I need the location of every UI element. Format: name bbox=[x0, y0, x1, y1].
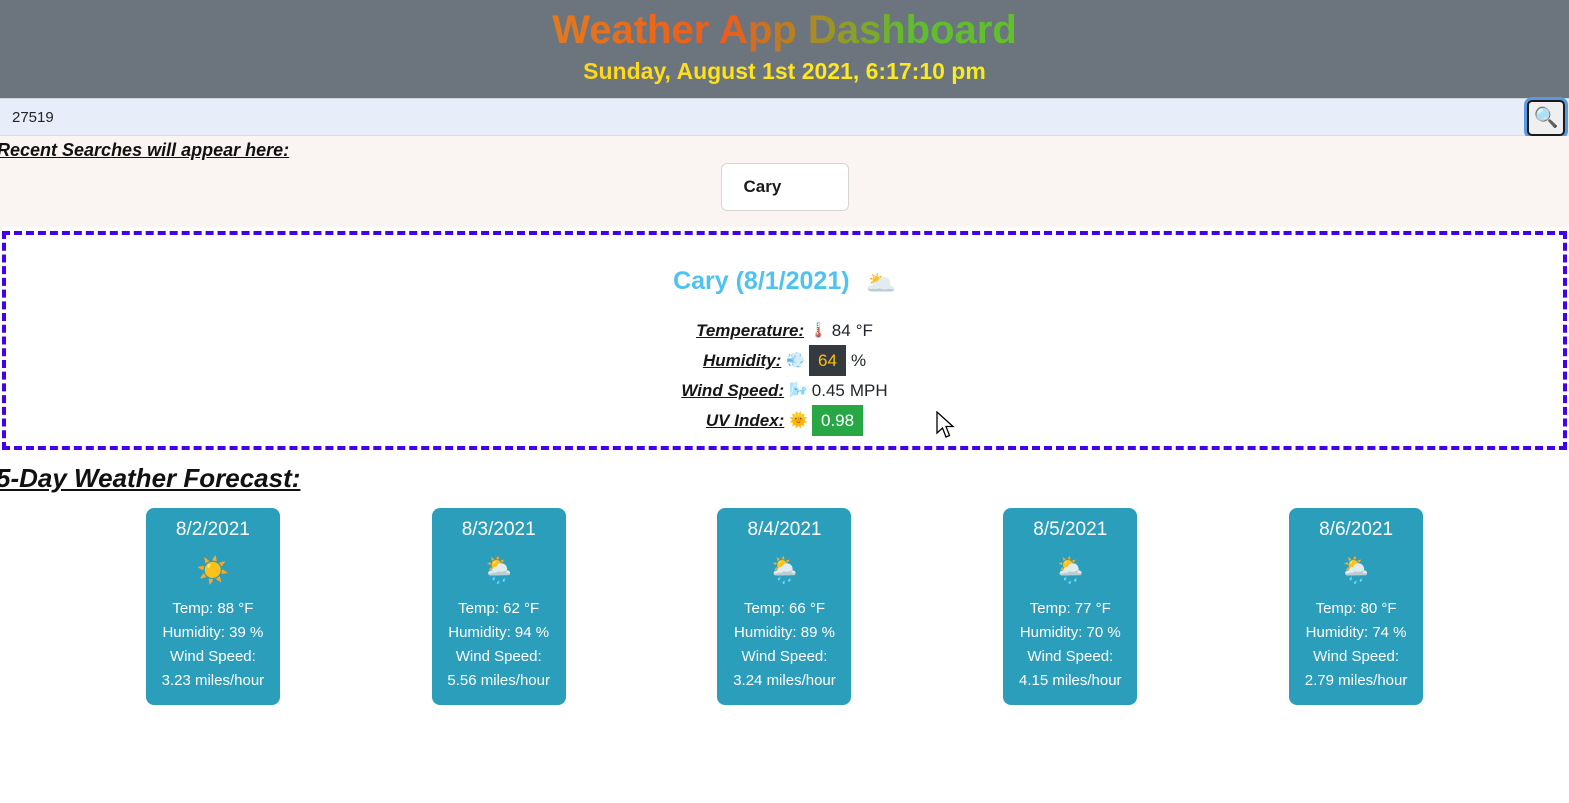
wind-icon: 🌬️ bbox=[789, 382, 808, 399]
forecast-temp: Temp: 88 °F bbox=[172, 600, 254, 617]
forecast-date: 8/3/2021 bbox=[461, 519, 536, 540]
forecast-card: 8/2/2021 ☀️ Temp: 88 °F Humidity: 39 % W… bbox=[145, 508, 280, 705]
metric-label: UV Index: bbox=[705, 411, 785, 430]
forecast-card-row: 8/2/2021 ☀️ Temp: 88 °F Humidity: 39 % W… bbox=[0, 508, 1569, 705]
recent-searches-label: Recent Searches will appear here: bbox=[0, 140, 290, 160]
metric-unit: MPH bbox=[849, 381, 888, 400]
sun-behind-rain-cloud-icon: 🌦️ bbox=[482, 555, 515, 585]
metric-humidity: Humidity: 💨 64 % bbox=[703, 345, 866, 376]
forecast-humidity: Humidity: 74 % bbox=[1305, 624, 1407, 641]
metric-value: 84 bbox=[831, 321, 851, 340]
forecast-date: 8/2/2021 bbox=[175, 519, 250, 540]
current-datetime: Sunday, August 1st 2021, 6:17:10 pm bbox=[0, 56, 1569, 86]
search-input[interactable] bbox=[0, 99, 1522, 135]
forecast-wind: Wind Speed: 4.15 miles/hour bbox=[1019, 648, 1122, 689]
sun-behind-rain-cloud-icon: 🌦️ bbox=[768, 555, 801, 585]
metric-value: 0.45 bbox=[811, 381, 845, 400]
forecast-humidity: Humidity: 94 % bbox=[448, 624, 550, 641]
metric-label: Temperature: bbox=[696, 321, 805, 340]
app-header: Weather App Dashboard Sunday, August 1st… bbox=[0, 0, 1569, 98]
sun-icon: ☀️ bbox=[196, 555, 230, 585]
search-bar: 🔍 bbox=[0, 98, 1569, 136]
forecast-humidity: Humidity: 70 % bbox=[1019, 624, 1121, 641]
metric-label: Wind Speed: bbox=[681, 381, 785, 400]
thermometer-icon: 🌡️ bbox=[809, 322, 828, 339]
recent-search-item[interactable]: Cary bbox=[720, 163, 849, 211]
forecast-card: 8/6/2021 🌦️ Temp: 80 °F Humidity: 74 % W… bbox=[1289, 508, 1424, 705]
metric-unit: % bbox=[850, 351, 867, 370]
metric-wind-speed: Wind Speed: 🌬️ 0.45 MPH bbox=[681, 378, 887, 403]
forecast-wind: Wind Speed: 3.23 miles/hour bbox=[161, 648, 265, 689]
uv-index-badge: 0.98 bbox=[812, 405, 864, 436]
forecast-card: 8/3/2021 🌦️ Temp: 62 °F Humidity: 94 % W… bbox=[431, 508, 566, 705]
metric-uv-index: UV Index: 🌞 0.98 bbox=[705, 405, 864, 436]
current-weather-metrics: Temperature: 🌡️ 84 °F Humidity: 💨 64 % W… bbox=[6, 318, 1563, 436]
forecast-card: 8/5/2021 🌦️ Temp: 77 °F Humidity: 70 % W… bbox=[1003, 508, 1138, 705]
forecast-temp: Temp: 77 °F bbox=[1029, 600, 1111, 617]
forecast-wind: Wind Speed: 5.56 miles/hour bbox=[447, 648, 550, 689]
metric-unit: °F bbox=[855, 321, 873, 340]
forecast-date: 8/6/2021 bbox=[1319, 519, 1394, 540]
forecast-date: 8/4/2021 bbox=[747, 519, 822, 540]
droplet-icon: 💨 bbox=[786, 352, 806, 369]
forecast-temp: Temp: 80 °F bbox=[1315, 600, 1397, 617]
forecast-humidity: Humidity: 39 % bbox=[162, 624, 264, 641]
search-button[interactable]: 🔍 bbox=[1527, 100, 1565, 136]
metric-temperature: Temperature: 🌡️ 84 °F bbox=[696, 318, 873, 343]
metric-label: Humidity: bbox=[702, 351, 782, 370]
recent-searches-list: Cary bbox=[0, 163, 1569, 211]
humidity-badge: 64 bbox=[809, 345, 846, 376]
recent-search-label: Cary bbox=[743, 177, 782, 196]
forecast-temp: Temp: 66 °F bbox=[743, 600, 825, 617]
forecast-wind: Wind Speed: 3.24 miles/hour bbox=[733, 648, 836, 689]
sun-behind-rain-cloud-icon: 🌦️ bbox=[1339, 555, 1373, 585]
forecast-title: 5-Day Weather Forecast: bbox=[0, 463, 301, 493]
page-title: Weather App Dashboard bbox=[0, 4, 1569, 56]
current-city-date: Cary (8/1/2021) bbox=[673, 267, 850, 295]
forecast-card: 8/4/2021 🌦️ Temp: 66 °F Humidity: 89 % W… bbox=[717, 508, 852, 705]
search-icon: 🔍 bbox=[1533, 107, 1559, 129]
uv-sun-icon: 🌞 bbox=[789, 412, 808, 429]
forecast-date: 8/5/2021 bbox=[1033, 519, 1108, 540]
forecast-wind: Wind Speed: 2.79 miles/hour bbox=[1304, 648, 1408, 689]
current-weather-heading: Cary (8/1/2021) 🌥️ bbox=[6, 235, 1563, 298]
forecast-temp: Temp: 62 °F bbox=[458, 600, 540, 617]
current-weather-panel: Cary (8/1/2021) 🌥️ Temperature: 🌡️ 84 °F… bbox=[2, 231, 1567, 450]
cloud-icon: 🌥️ bbox=[866, 270, 896, 297]
recent-searches-section: Recent Searches will appear here: Cary bbox=[0, 136, 1569, 227]
forecast-humidity: Humidity: 89 % bbox=[734, 624, 835, 641]
sun-behind-rain-cloud-icon: 🌦️ bbox=[1054, 555, 1087, 585]
